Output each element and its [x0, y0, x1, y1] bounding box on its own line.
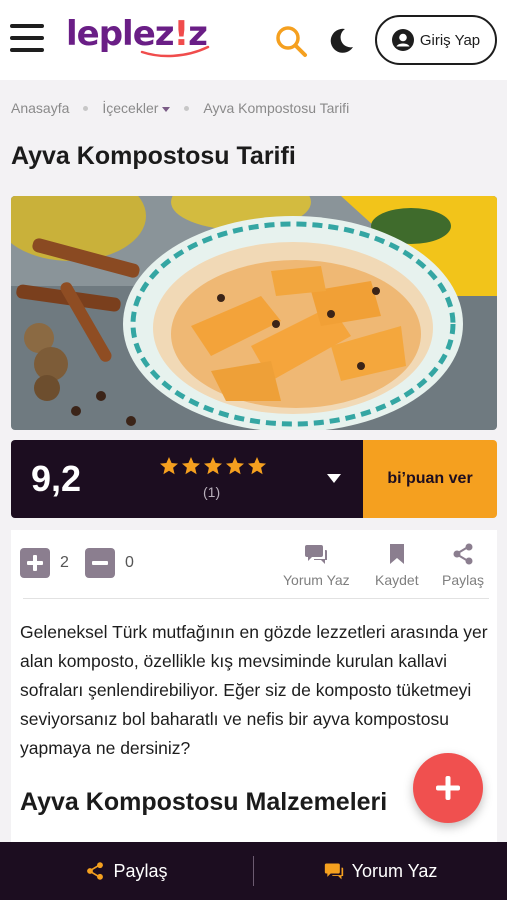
upvote-count: 2: [60, 554, 69, 571]
breadcrumb-category-label: İçecekler: [102, 100, 159, 116]
user-icon: [391, 29, 414, 51]
breadcrumb-separator: [83, 105, 89, 111]
recipe-intro-text: Geleneksel Türk mutfağının en gözde lezz…: [20, 622, 488, 758]
comment-icon: [305, 545, 328, 564]
login-label: Giriş Yap: [419, 31, 481, 49]
ingredients-heading-text: Ayva Kompostosu Malzemeleri: [20, 788, 388, 816]
login-button[interactable]: Giriş Yap: [375, 15, 497, 65]
page-title: Ayva Kompostosu Tarifi: [11, 142, 296, 170]
star-icon: [160, 457, 178, 475]
downvote-count: 0: [125, 554, 134, 571]
rating-summary[interactable]: 9,2 (1): [11, 440, 363, 518]
plus-icon: [436, 776, 460, 800]
downvote[interactable]: 0: [85, 548, 134, 578]
bookmark-icon: [389, 544, 404, 564]
logo-swoosh-icon: [140, 45, 210, 58]
ingredients-heading: Ayva Kompostosu Malzemeleri: [20, 788, 387, 817]
star-icon: [182, 457, 200, 475]
bottom-share-label: Paylaş: [113, 860, 168, 881]
save-button[interactable]: Kaydet: [375, 542, 419, 588]
divider: [23, 598, 489, 599]
top-navbar: leplez!z Giriş Yap: [0, 0, 507, 80]
rating-count: (1): [203, 484, 221, 500]
star-icon: [204, 457, 222, 475]
bottom-comment-label: Yorum Yaz: [351, 860, 438, 881]
chevron-down-icon: [162, 106, 171, 112]
search-icon[interactable]: [274, 24, 308, 58]
breadcrumb-separator: [184, 105, 190, 111]
rating-stars: [159, 456, 267, 476]
breadcrumb-home[interactable]: Anasayfa: [11, 100, 69, 116]
rating-bar: 9,2 (1) bi’puan ver: [11, 440, 497, 518]
rate-button[interactable]: bi’puan ver: [363, 440, 497, 518]
plus-icon: [20, 548, 50, 578]
breadcrumb-current: Ayva Kompostosu Tarifi: [203, 100, 350, 116]
bottom-action-bar: Paylaş Yorum Yaz: [0, 842, 507, 900]
breadcrumb-category[interactable]: İçecekler: [102, 100, 171, 116]
share-button[interactable]: Paylaş: [442, 542, 484, 588]
comment-icon: [324, 863, 343, 880]
comment-label: Yorum Yaz: [283, 572, 350, 588]
rating-score: 9,2: [31, 458, 82, 499]
menu-icon[interactable]: [10, 24, 46, 56]
upvote[interactable]: 2: [20, 548, 69, 578]
bottom-share-button[interactable]: Paylaş: [0, 842, 253, 900]
moon-icon[interactable]: [326, 26, 356, 56]
share-label: Paylaş: [442, 572, 485, 588]
recipe-hero-image: [11, 196, 497, 430]
star-icon: [248, 457, 266, 475]
comment-button[interactable]: Yorum Yaz: [283, 542, 350, 588]
share-icon: [453, 543, 473, 565]
bottom-comment-button[interactable]: Yorum Yaz: [254, 842, 507, 900]
share-icon: [87, 862, 104, 880]
breadcrumb: Anasayfa İçecekler Ayva Kompostosu Tarif…: [11, 100, 349, 116]
star-icon: [226, 457, 244, 475]
minus-icon: [85, 548, 115, 578]
save-label: Kaydet: [375, 572, 419, 588]
chevron-down-icon[interactable]: [327, 474, 341, 483]
add-fab-button[interactable]: [413, 753, 483, 823]
